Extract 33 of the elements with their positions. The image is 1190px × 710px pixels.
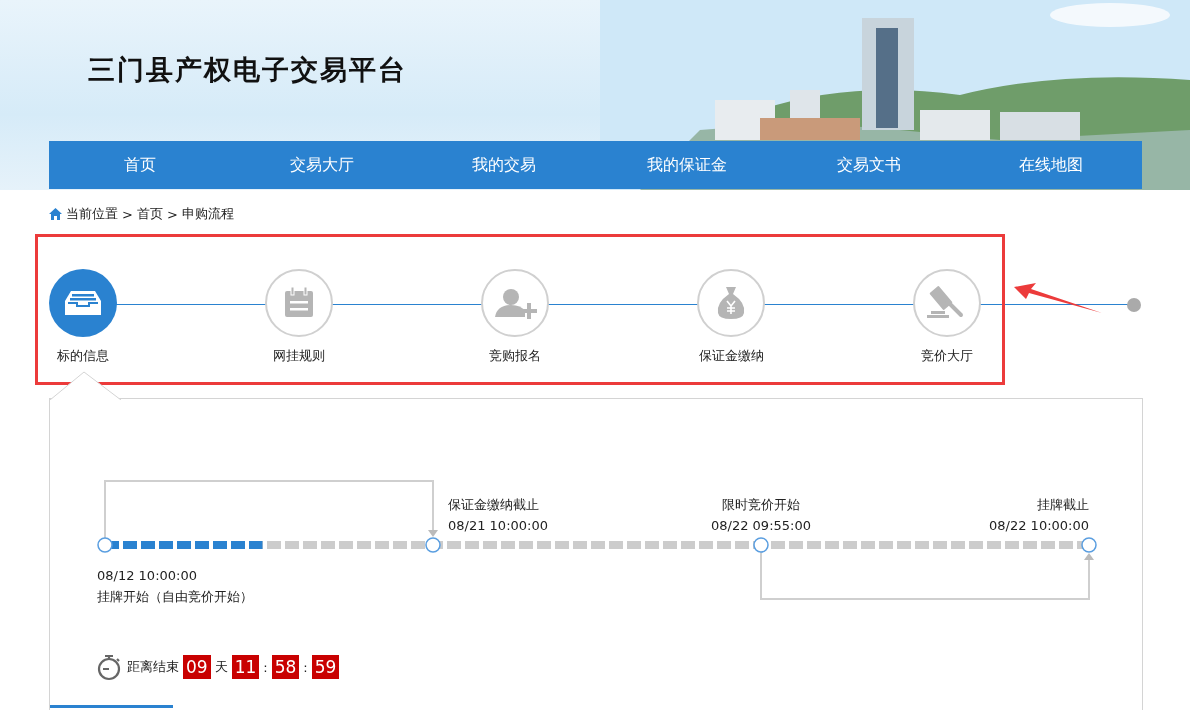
countdown-separator: : [303,659,308,675]
breadcrumb-label: 当前位置 [66,205,118,223]
countdown-number: 11 [231,655,260,679]
nav-link[interactable]: 我的交易 [413,141,596,189]
nav-link[interactable]: 我的保证金 [595,141,778,189]
breadcrumb-link[interactable]: 首页 [136,205,163,223]
countdown-separator: : [263,659,268,675]
step-label: 保证金缴纳 [698,347,764,365]
milestone-time: 08/21 10:00:00 [448,517,548,535]
milestone-title: 保证金缴纳截止 [448,496,540,514]
breadcrumb-separator: > [122,206,133,222]
breadcrumb-link[interactable]: 申购流程 [181,205,234,223]
countdown-number: 09 [183,655,211,679]
milestone-title: 挂牌截止 [1036,496,1089,514]
step-label: 网挂规则 [273,347,325,365]
milestone-time: 08/22 09:55:00 [710,517,812,535]
milestone-time: 08/12 10:00:00 [97,567,198,585]
milestone-title: 限时竞价开始 [721,496,801,514]
countdown-number: 59 [311,655,340,679]
milestone-time: 08/22 10:00:00 [989,517,1089,535]
countdown-number: 58 [271,655,300,679]
site-title: 三门县产权电子交易平台 [88,53,407,87]
countdown-label: 距离结束 [127,658,179,676]
milestone-title: 挂牌开始（自由竞价开始） [97,588,253,606]
nav-link[interactable]: 在线地图 [959,141,1143,189]
step-label: 竞购报名 [489,347,541,365]
countdown-unit: 天 [214,658,228,676]
step-label: 标的信息 [57,347,109,365]
breadcrumb-separator: > [166,206,178,222]
step-label: 竞价大厅 [921,347,973,365]
nav-link[interactable]: 交易文书 [777,141,960,189]
nav-link[interactable]: 交易大厅 [231,141,414,189]
nav-link[interactable]: 首页 [49,141,232,189]
